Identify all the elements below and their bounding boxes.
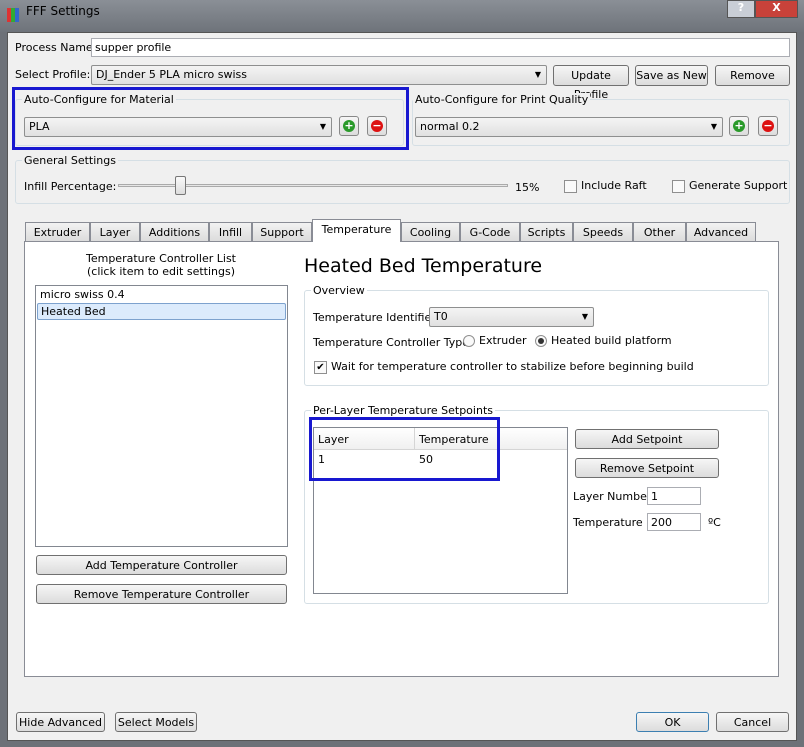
checkmark-icon: ✔	[314, 360, 327, 374]
detail-heading: Heated Bed Temperature	[304, 255, 543, 277]
title-bar: FFF Settings ? X	[0, 0, 804, 32]
tab-g-code[interactable]: G-Code	[460, 222, 520, 241]
tab-infill[interactable]: Infill	[209, 222, 252, 241]
highlight-box	[12, 87, 409, 150]
generate-support-label: Generate Support	[689, 179, 788, 192]
process-name-input[interactable]: supper profile	[91, 38, 790, 57]
highlight-box	[309, 417, 500, 481]
remove-setpoint-button[interactable]: Remove Setpoint	[575, 458, 719, 478]
extruder-radio-label: Extruder	[479, 334, 527, 347]
controller-list[interactable]: micro swiss 0.4 Heated Bed	[35, 285, 288, 547]
controller-type-label: Temperature Controller Type:	[313, 336, 473, 349]
quality-value: normal 0.2	[420, 120, 480, 133]
profile-select[interactable]: DJ_Ender 5 PLA micro swiss ▼	[91, 65, 547, 85]
identifier-label: Temperature Identifier	[313, 311, 436, 324]
list-item[interactable]: Heated Bed	[37, 303, 286, 320]
list-item[interactable]: micro swiss 0.4	[36, 286, 287, 303]
celsius-unit: ºC	[708, 516, 721, 529]
controller-list-title: Temperature Controller List (click item t…	[36, 252, 286, 278]
generate-support-checkbox[interactable]: Generate Support	[672, 179, 787, 193]
controller-list-heading: Temperature Controller List	[85, 252, 236, 265]
tab-advanced[interactable]: Advanced	[686, 222, 756, 241]
tab-extruder[interactable]: Extruder	[25, 222, 90, 241]
tab-other[interactable]: Other	[633, 222, 686, 241]
remove-profile-button[interactable]: Remove	[715, 65, 790, 86]
controller-list-hint: (click item to edit settings)	[86, 265, 236, 278]
plus-icon: +	[733, 119, 745, 132]
window-title: FFF Settings	[26, 4, 100, 18]
add-quality-button[interactable]: +	[729, 116, 749, 136]
general-settings-title: General Settings	[22, 154, 118, 167]
quality-select[interactable]: normal 0.2 ▼	[415, 117, 723, 137]
tab-layer[interactable]: Layer	[90, 222, 140, 241]
profile-value: DJ_Ender 5 PLA micro swiss	[96, 68, 248, 81]
identifier-value: T0	[434, 310, 448, 323]
add-temperature-controller-button[interactable]: Add Temperature Controller	[36, 555, 287, 575]
quality-group-title: Auto-Configure for Print Quality	[413, 93, 591, 106]
cancel-button[interactable]: Cancel	[716, 712, 789, 732]
remove-quality-button[interactable]: −	[758, 116, 778, 136]
tab-speeds[interactable]: Speeds	[573, 222, 633, 241]
temperature-label: Temperature	[573, 516, 643, 529]
help-button[interactable]: ?	[727, 0, 755, 18]
select-profile-label: Select Profile:	[15, 68, 91, 81]
heated-platform-radio[interactable]: Heated build platform	[535, 334, 672, 347]
identifier-select[interactable]: T0 ▼	[429, 307, 594, 327]
chevron-down-icon: ▼	[581, 312, 588, 321]
layer-number-spinbox[interactable]: 1	[647, 487, 701, 505]
close-button[interactable]: X	[755, 0, 798, 18]
layer-number-label: Layer Number	[573, 490, 652, 503]
remove-temperature-controller-button[interactable]: Remove Temperature Controller	[36, 584, 287, 604]
update-profile-button[interactable]: Update Profile	[553, 65, 629, 101]
extruder-radio[interactable]: Extruder	[463, 334, 527, 347]
setpoints-title: Per-Layer Temperature Setpoints	[311, 404, 495, 417]
overview-title: Overview	[311, 284, 367, 297]
tab-scripts[interactable]: Scripts	[520, 222, 573, 241]
tab-temperature[interactable]: Temperature	[312, 219, 401, 242]
add-setpoint-button[interactable]: Add Setpoint	[575, 429, 719, 449]
chevron-down-icon: ▼	[534, 70, 541, 79]
temperature-spinbox[interactable]: 200	[647, 513, 701, 531]
select-models-button[interactable]: Select Models	[115, 712, 197, 732]
heated-platform-radio-label: Heated build platform	[551, 334, 672, 347]
save-as-new-button[interactable]: Save as New	[635, 65, 708, 86]
hide-advanced-button[interactable]: Hide Advanced	[16, 712, 105, 732]
infill-label: Infill Percentage:	[24, 180, 117, 193]
app-icon	[7, 8, 19, 22]
wait-stabilize-label: Wait for temperature controller to stabi…	[331, 360, 694, 373]
infill-value: 15%	[515, 181, 540, 194]
wait-stabilize-checkbox[interactable]: ✔ Wait for temperature controller to stab…	[314, 360, 694, 374]
infill-slider-handle[interactable]	[175, 176, 186, 195]
process-name-label: Process Name:	[15, 41, 97, 54]
ok-button[interactable]: OK	[636, 712, 709, 732]
include-raft-label: Include Raft	[581, 179, 647, 192]
tab-support[interactable]: Support	[252, 222, 312, 241]
include-raft-checkbox[interactable]: Include Raft	[564, 179, 647, 193]
chevron-down-icon: ▼	[710, 122, 717, 131]
tab-additions[interactable]: Additions	[140, 222, 209, 241]
minus-icon: −	[762, 119, 774, 132]
tab-cooling[interactable]: Cooling	[401, 222, 460, 241]
